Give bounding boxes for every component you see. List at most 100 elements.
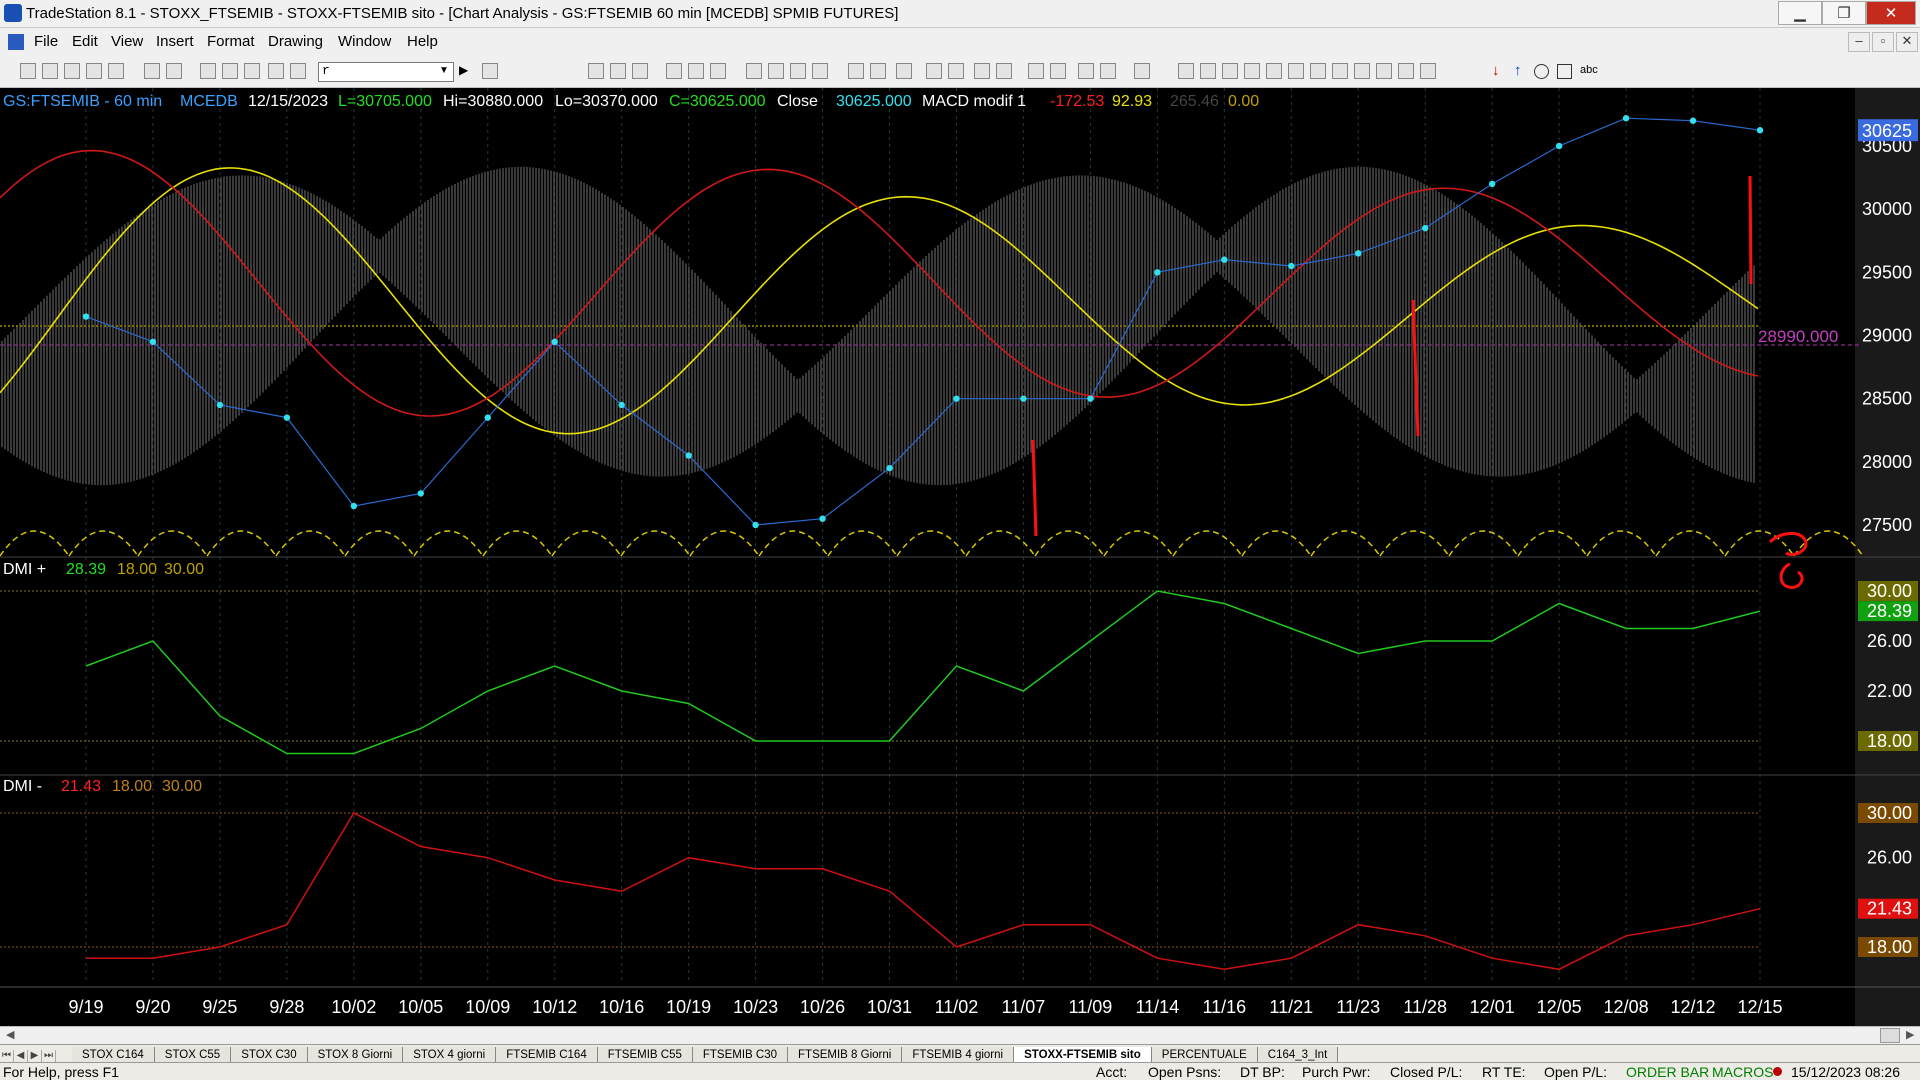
order-bar-button[interactable]: ORDER BAR: [1626, 1064, 1709, 1080]
fibonacci-icon[interactable]: [1244, 63, 1260, 79]
scroll-right-icon[interactable]: [870, 63, 886, 79]
tools-icon[interactable]: [1078, 63, 1094, 79]
tab-percentuale[interactable]: PERCENTUALE: [1151, 1047, 1258, 1062]
tab-prev-icon[interactable]: ◀: [14, 1050, 28, 1062]
tab-last-icon[interactable]: ⏭: [42, 1050, 56, 1062]
menu-file[interactable]: File: [34, 33, 58, 50]
tab-stox-c55[interactable]: STOX C55: [154, 1047, 232, 1062]
strategy-icon[interactable]: [710, 63, 726, 79]
horizontal-scrollbar[interactable]: ◀ ▶: [0, 1026, 1920, 1044]
hand-icon[interactable]: [1100, 63, 1116, 79]
time-zones-icon[interactable]: [1376, 63, 1392, 79]
annotation-hand-drawn-mark[interactable]: [1768, 532, 1808, 589]
mdi-close-button[interactable]: ✕: [1896, 32, 1918, 52]
expand-bars-icon[interactable]: [948, 63, 964, 79]
regression-channel-icon[interactable]: [1332, 63, 1348, 79]
trendline-icon[interactable]: [1178, 63, 1194, 79]
maximize-button[interactable]: ❐: [1822, 1, 1866, 25]
link-icon[interactable]: [666, 63, 682, 79]
format-window-icon[interactable]: [588, 63, 604, 79]
mdi-minimize-button[interactable]: –: [1848, 32, 1870, 52]
cycle-lines-icon[interactable]: [1354, 63, 1370, 79]
tab-stox-c164[interactable]: STOX C164: [72, 1047, 155, 1062]
grid-icon[interactable]: [632, 63, 648, 79]
tab-first-icon[interactable]: ⏮: [0, 1050, 14, 1062]
line-chart-icon[interactable]: [790, 63, 806, 79]
speed-lines-icon[interactable]: [1310, 63, 1326, 79]
scroll-right-arrow-icon[interactable]: ▶: [1906, 1028, 1914, 1041]
tab-stox-4-giorni[interactable]: STOX 4 giorni: [403, 1047, 497, 1062]
go-arrow-icon[interactable]: ▶: [459, 63, 468, 77]
tab-c164-3-int[interactable]: C164_3_Int: [1257, 1047, 1339, 1062]
point-figure-icon[interactable]: [812, 63, 828, 79]
print-icon[interactable]: [166, 63, 182, 79]
radarscreen-icon[interactable]: [222, 63, 238, 79]
tab-ftsemib-4-giorni[interactable]: FTSEMIB 4 giorni: [902, 1047, 1015, 1062]
print-chart-icon[interactable]: [1134, 63, 1150, 79]
candlestick-icon[interactable]: [768, 63, 784, 79]
compress-bars-icon[interactable]: [926, 63, 942, 79]
gann-fan-icon[interactable]: [1266, 63, 1282, 79]
macros-button[interactable]: MACROS: [1712, 1064, 1773, 1080]
paintbrush-icon[interactable]: [268, 63, 284, 79]
tab-ftsemib-8-giorni[interactable]: FTSEMIB 8 Giorni: [788, 1047, 903, 1062]
annotation-red-line-3[interactable]: [1748, 175, 1753, 285]
horizontal-line-icon[interactable]: [1200, 63, 1216, 79]
annotation-red-line-1[interactable]: [1031, 439, 1038, 537]
menu-edit[interactable]: Edit: [72, 33, 98, 50]
arc-icon[interactable]: [1398, 63, 1414, 79]
open-workspace-icon[interactable]: [64, 63, 80, 79]
tab-stoxx-ftsemib-sito[interactable]: STOXX-FTSEMIB sito: [1014, 1047, 1152, 1062]
lock-icon[interactable]: [244, 63, 260, 79]
andrews-pitchfork-icon[interactable]: [1288, 63, 1304, 79]
menu-insert[interactable]: Insert: [156, 33, 194, 50]
ellipse-icon[interactable]: [1534, 64, 1549, 79]
menu-help[interactable]: Help: [407, 33, 438, 50]
chart-canvas[interactable]: 9/19 9/20 9/25 9/28 10/02 10/05 10/09 10/12 10/1…: [0, 88, 1920, 1026]
chart-window-icon: [8, 34, 24, 50]
new-workspace-icon[interactable]: [86, 63, 102, 79]
status-open-psns: Open Psns:: [1148, 1064, 1222, 1080]
tab-ftsemib-c30[interactable]: FTSEMIB C30: [692, 1047, 789, 1062]
palette-icon[interactable]: [290, 63, 306, 79]
symbol-combo[interactable]: r: [318, 62, 454, 82]
new-icon[interactable]: [20, 63, 36, 79]
arrow-up-icon[interactable]: ↑: [1514, 62, 1522, 79]
tab-ftsemib-c164[interactable]: FTSEMIB C164: [496, 1047, 598, 1062]
arrow-down-icon[interactable]: ↓: [1492, 62, 1500, 79]
print-preview-icon[interactable]: [144, 63, 160, 79]
format-data-icon[interactable]: [610, 63, 626, 79]
menu-window[interactable]: Window: [338, 33, 391, 50]
scrollbar-thumb[interactable]: [1880, 1028, 1900, 1043]
scroll-left-arrow-icon[interactable]: ◀: [6, 1028, 14, 1041]
bar-chart-icon[interactable]: [746, 63, 762, 79]
menu-format[interactable]: Format: [207, 33, 255, 50]
cycle-arc: [1448, 530, 1519, 557]
tab-stox-8-giorni[interactable]: STOX 8 Giorni: [307, 1047, 404, 1062]
chart-analysis-icon[interactable]: [200, 63, 216, 79]
minimize-button[interactable]: ▁: [1778, 1, 1822, 25]
menu-view[interactable]: View: [111, 33, 143, 50]
pencil-icon[interactable]: [1420, 63, 1436, 79]
save-icon[interactable]: [108, 63, 124, 79]
insert-analysis-icon[interactable]: [688, 63, 704, 79]
tab-next-icon[interactable]: ▶: [28, 1050, 42, 1062]
zoom-in-icon[interactable]: [974, 63, 990, 79]
zoom-out-icon[interactable]: [996, 63, 1012, 79]
rectangle-icon[interactable]: [1557, 64, 1572, 79]
chart-analysis-window[interactable]: 9/19 9/20 9/25 9/28 10/02 10/05 10/09 10/12 10/1…: [0, 88, 1920, 1026]
text-tool-icon[interactable]: abc: [1580, 64, 1598, 76]
open-icon[interactable]: [42, 63, 58, 79]
pointer-icon[interactable]: [1028, 63, 1044, 79]
symbol-lookup-icon[interactable]: [482, 63, 498, 79]
chevron-down-icon[interactable]: ▼: [439, 65, 449, 76]
tab-stox-c30[interactable]: STOX C30: [231, 1047, 308, 1062]
mdi-restore-button[interactable]: ▫: [1872, 32, 1894, 52]
drag-icon[interactable]: [1050, 63, 1066, 79]
vertical-line-icon[interactable]: [1222, 63, 1238, 79]
scroll-left-icon[interactable]: [848, 63, 864, 79]
menu-drawing[interactable]: Drawing: [268, 33, 323, 50]
close-button[interactable]: ✕: [1866, 1, 1916, 25]
scroll-end-icon[interactable]: [896, 63, 912, 79]
tab-ftsemib-c55[interactable]: FTSEMIB C55: [597, 1047, 693, 1062]
